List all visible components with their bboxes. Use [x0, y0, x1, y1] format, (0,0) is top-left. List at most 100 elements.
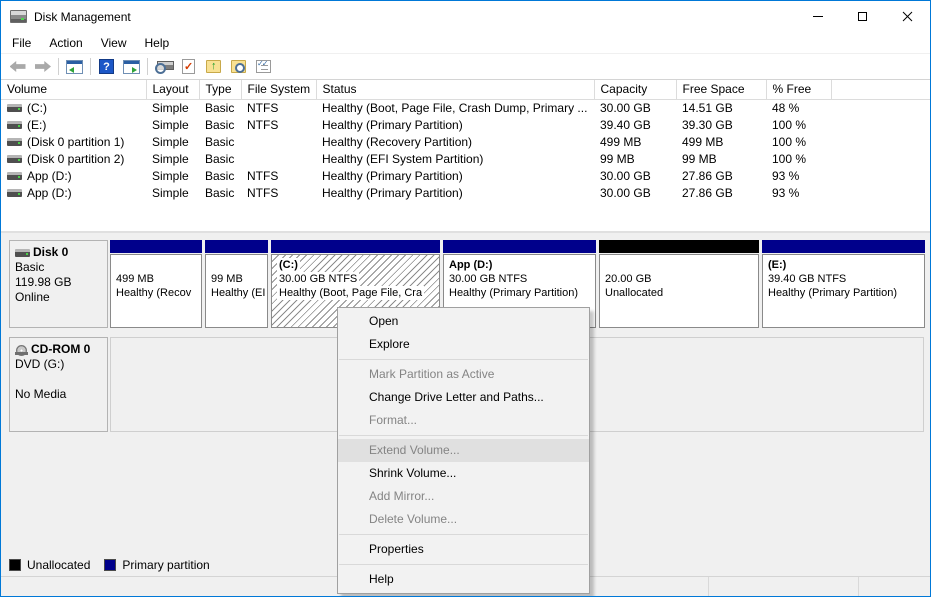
- cdrom-drive: DVD (G:): [15, 357, 102, 372]
- column-header-status[interactable]: Status: [316, 80, 594, 99]
- menu-item-shrink-volume[interactable]: Shrink Volume...: [338, 462, 589, 485]
- partition-size: 20.00 GB: [605, 272, 651, 286]
- action-pane-icon: [123, 60, 140, 74]
- partition-efi[interactable]: 99 MB Healthy (EI: [205, 240, 268, 328]
- partition-unallocated[interactable]: 20.00 GB Unallocated: [599, 240, 759, 328]
- menu-action[interactable]: Action: [40, 34, 91, 52]
- table-row[interactable]: App (D:) Simple Basic NTFS Healthy (Prim…: [1, 167, 930, 184]
- console-tree-button[interactable]: [62, 55, 87, 78]
- context-menu: Open Explore Mark Partition as Active Ch…: [337, 307, 590, 594]
- rescan-disks-button[interactable]: [176, 55, 201, 78]
- back-button[interactable]: [5, 55, 30, 78]
- title-bar: Disk Management: [1, 1, 930, 32]
- menu-item-open[interactable]: Open: [338, 310, 589, 333]
- status-segment: [859, 577, 930, 596]
- menu-item-properties[interactable]: Properties: [338, 538, 589, 561]
- partition-color-bar: [271, 240, 440, 253]
- table-row[interactable]: (Disk 0 partition 2) Simple Basic Health…: [1, 150, 930, 167]
- action-pane-button[interactable]: [119, 55, 144, 78]
- partition-color-bar: [205, 240, 268, 253]
- folder-search-icon: [231, 60, 246, 73]
- column-header-layout[interactable]: Layout: [146, 80, 199, 99]
- menu-item-change-drive-letter[interactable]: Change Drive Letter and Paths...: [338, 386, 589, 409]
- volume-name: (E:): [27, 118, 46, 132]
- legend-label-primary-partition: Primary partition: [122, 558, 209, 572]
- partition-status: Unallocated: [605, 286, 663, 300]
- partition-recovery[interactable]: 499 MB Healthy (Recov: [110, 240, 202, 328]
- forward-button[interactable]: [30, 55, 55, 78]
- menu-separator: [339, 359, 588, 360]
- column-header-capacity[interactable]: Capacity: [594, 80, 676, 99]
- view-options-icon: [256, 60, 271, 73]
- partition-e[interactable]: (E:) 39.40 GB NTFS Healthy (Primary Part…: [762, 240, 925, 328]
- menu-item-mark-partition-active: Mark Partition as Active: [338, 363, 589, 386]
- menu-separator: [339, 534, 588, 535]
- table-row[interactable]: (Disk 0 partition 1) Simple Basic Health…: [1, 133, 930, 150]
- minimize-icon: [813, 16, 823, 17]
- folder-search-button[interactable]: [226, 55, 251, 78]
- partition-size: 30.00 GB NTFS: [277, 272, 359, 286]
- minimize-button[interactable]: [795, 1, 840, 32]
- folder-up-button[interactable]: [201, 55, 226, 78]
- partition-color-bar: [443, 240, 596, 253]
- cdrom-name: CD-ROM 0: [31, 342, 90, 357]
- menu-item-delete-volume: Delete Volume...: [338, 508, 589, 531]
- help-button[interactable]: ?: [94, 55, 119, 78]
- rescan-disks-icon: [182, 59, 195, 74]
- menu-help[interactable]: Help: [136, 34, 179, 52]
- partition-name: (C:): [277, 258, 300, 272]
- partition-color-bar: [762, 240, 925, 253]
- table-row[interactable]: (C:) Simple Basic NTFS Healthy (Boot, Pa…: [1, 99, 930, 116]
- partition-size: 499 MB: [116, 272, 154, 286]
- volume-icon: [7, 104, 22, 112]
- maximize-icon: [858, 12, 867, 21]
- toolbar-separator: [90, 58, 91, 75]
- volume-icon: [7, 172, 22, 180]
- column-header-pct-free[interactable]: % Free: [766, 80, 831, 99]
- cdrom-icon: [15, 345, 28, 355]
- menu-item-help[interactable]: Help: [338, 568, 589, 591]
- volume-icon: [7, 189, 22, 197]
- maximize-button[interactable]: [840, 1, 885, 32]
- volume-name: App (D:): [27, 169, 72, 183]
- cdrom-spacer: [15, 372, 102, 387]
- close-button[interactable]: [885, 1, 930, 32]
- close-icon: [902, 11, 913, 22]
- menu-item-extend-volume: Extend Volume...: [338, 439, 589, 462]
- menu-file[interactable]: File: [3, 34, 40, 52]
- column-header-type[interactable]: Type: [199, 80, 241, 99]
- volume-name: (C:): [27, 101, 47, 115]
- forward-icon: [35, 61, 51, 72]
- table-row[interactable]: App (D:) Simple Basic NTFS Healthy (Prim…: [1, 184, 930, 201]
- menu-item-explore[interactable]: Explore: [338, 333, 589, 356]
- table-row[interactable]: (E:) Simple Basic NTFS Healthy (Primary …: [1, 116, 930, 133]
- back-icon: [10, 61, 26, 72]
- folder-up-icon: [206, 60, 221, 73]
- menu-item-format: Format...: [338, 409, 589, 432]
- disk-name: Disk 0: [33, 245, 68, 260]
- menu-view[interactable]: View: [92, 34, 136, 52]
- volume-list-pane: Volume Layout Type File System Status Ca…: [1, 80, 930, 231]
- refresh-disks-button[interactable]: [151, 55, 176, 78]
- partition-color-bar: [110, 240, 202, 253]
- cdrom-info-panel[interactable]: CD-ROM 0 DVD (G:) No Media: [9, 337, 108, 432]
- window-controls: [795, 1, 930, 32]
- view-options-button[interactable]: [251, 55, 276, 78]
- column-header-volume[interactable]: Volume: [1, 80, 146, 99]
- disk0-info-panel[interactable]: Disk 0 Basic 119.98 GB Online: [9, 240, 108, 328]
- volume-icon: [7, 121, 22, 129]
- help-icon: ?: [99, 59, 114, 74]
- column-header-free-space[interactable]: Free Space: [676, 80, 766, 99]
- partition-status: Healthy (Primary Partition): [768, 286, 897, 300]
- volume-name: (Disk 0 partition 1): [27, 135, 124, 149]
- menu-separator: [339, 435, 588, 436]
- refresh-disks-icon: [155, 60, 173, 74]
- menu-item-add-mirror: Add Mirror...: [338, 485, 589, 508]
- disk-size: 119.98 GB: [15, 275, 102, 290]
- partition-name: (E:): [768, 258, 786, 272]
- partition-status: Healthy (Primary Partition): [449, 286, 578, 300]
- column-header-filler: [831, 80, 930, 99]
- column-header-file-system[interactable]: File System: [241, 80, 316, 99]
- cdrom-status: No Media: [15, 387, 102, 402]
- volume-name: App (D:): [27, 186, 72, 200]
